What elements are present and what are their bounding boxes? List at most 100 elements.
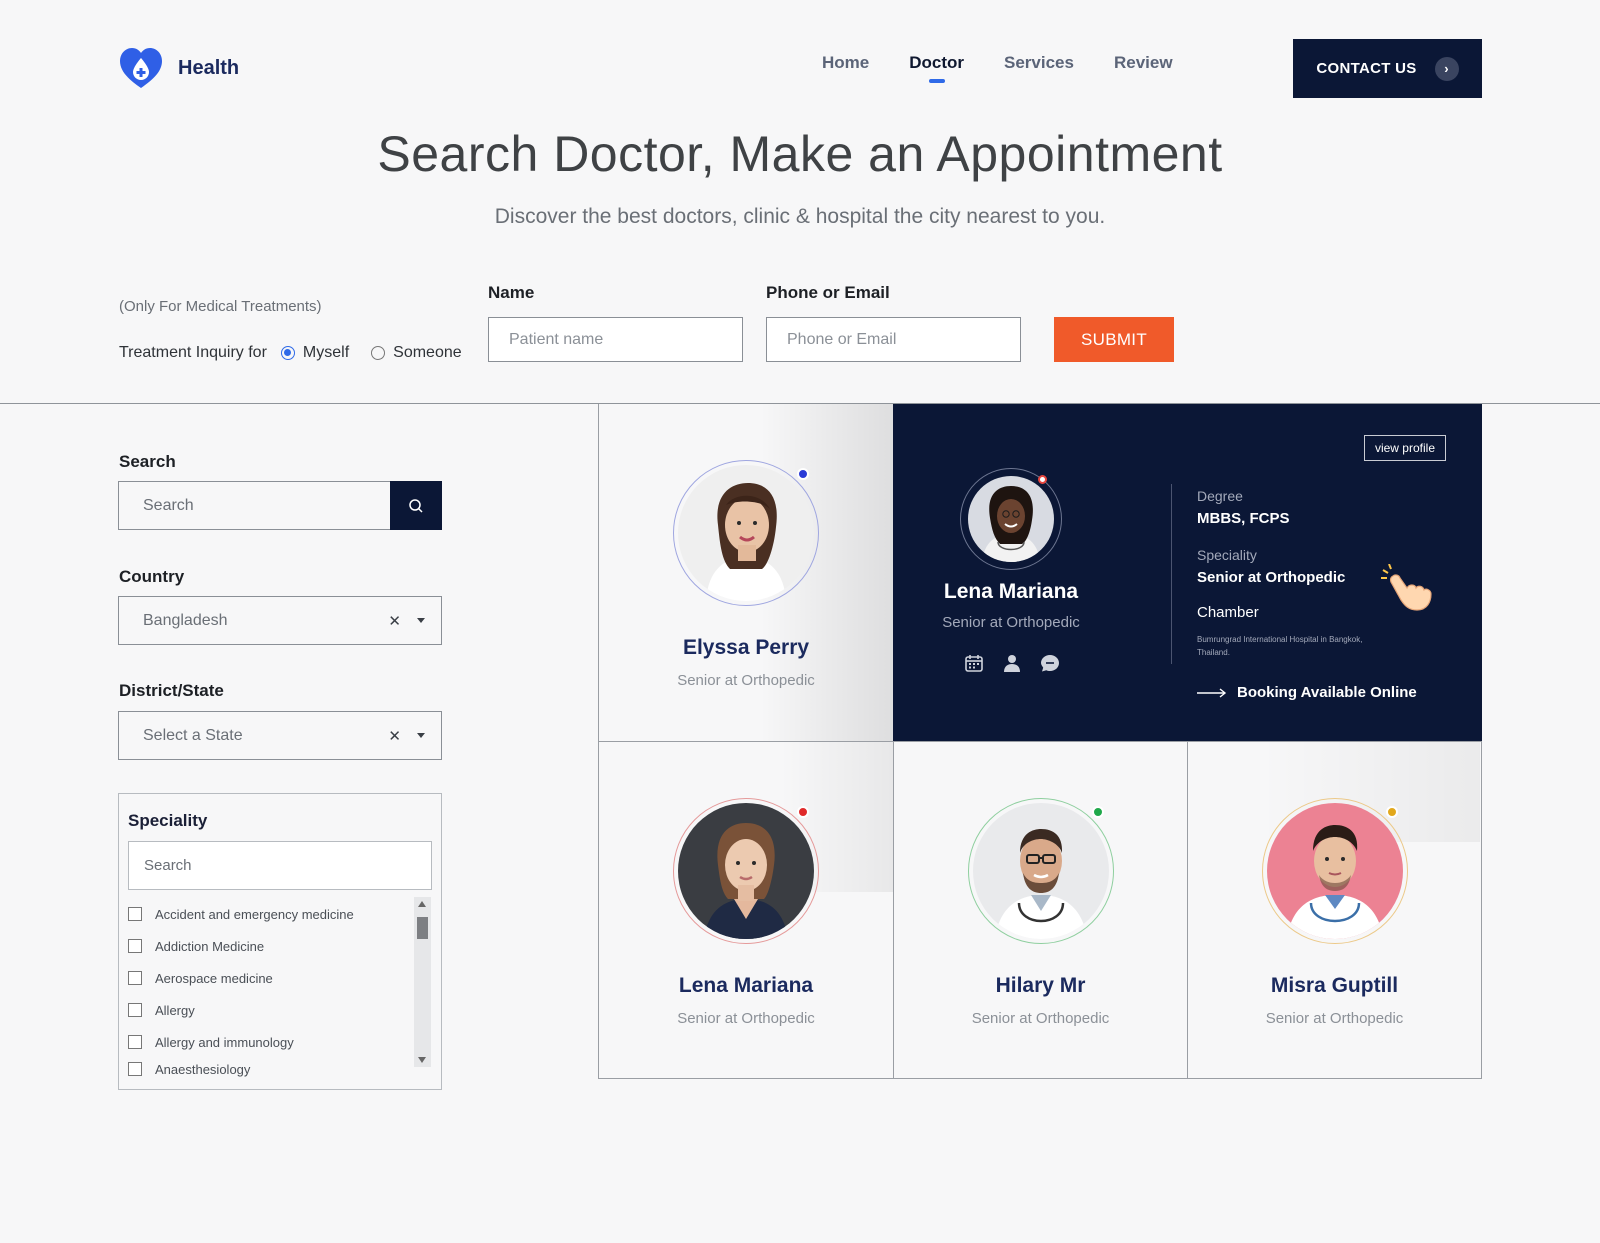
checkbox[interactable] (128, 1035, 142, 1049)
speciality-scrollbar[interactable] (414, 897, 431, 1067)
phone-email-input[interactable]: Phone or Email (766, 317, 1021, 362)
patient-name-input[interactable]: Patient name (488, 317, 743, 362)
pointer-hand-icon (1379, 563, 1439, 617)
speciality-item-label: Allergy and immunology (155, 1034, 294, 1050)
caret-down-icon[interactable] (417, 618, 425, 623)
inquiry-label: Treatment Inquiry for (119, 344, 267, 361)
speciality-item[interactable]: Allergy and immunology (128, 1026, 354, 1058)
calendar-icon[interactable] (963, 652, 985, 674)
caret-down-icon[interactable] (417, 733, 425, 738)
brand-logo[interactable]: Health (118, 46, 239, 90)
scroll-down-icon[interactable] (418, 1057, 426, 1063)
doctor-avatar (673, 460, 819, 606)
speciality-item[interactable]: Accident and emergency medicine (128, 898, 354, 930)
heart-drop-logo-icon (120, 48, 162, 88)
vertical-divider (1171, 484, 1172, 664)
speciality-filter: Speciality Search Accident and emergency… (118, 793, 442, 1090)
speciality-list: Accident and emergency medicine Addictio… (128, 898, 354, 1080)
nav-home[interactable]: Home (822, 53, 869, 73)
country-value: Bangladesh (143, 611, 228, 629)
featured-doctor-card[interactable]: view profile Lena Mariana Senior at Orth… (893, 404, 1482, 741)
main-nav: Home Doctor Services Review (822, 53, 1173, 73)
search-button[interactable] (390, 481, 442, 530)
speciality-item[interactable]: Aerospace medicine (128, 962, 354, 994)
online-status-dot (1038, 475, 1047, 484)
radio-myself-label[interactable]: Myself (303, 344, 349, 362)
brand-name: Health (178, 56, 240, 79)
degree-label: Degree (1197, 488, 1243, 504)
clear-icon[interactable]: ✕ (388, 727, 401, 745)
doctor-photo (678, 803, 814, 939)
booking-link[interactable]: Booking Available Online (1197, 684, 1417, 701)
state-label: District/State (119, 681, 224, 700)
doctor-name[interactable]: Elyssa Perry (599, 636, 893, 660)
scroll-up-icon[interactable] (418, 901, 426, 907)
name-label: Name (488, 283, 535, 302)
nav-services[interactable]: Services (1004, 53, 1074, 73)
grid-line (1481, 741, 1482, 1079)
doctor-role: Senior at Orthopedic (677, 672, 815, 689)
speciality-item[interactable]: Addiction Medicine (128, 930, 354, 962)
speciality-item[interactable]: Anaesthesiology (128, 1058, 354, 1080)
speciality-search-input[interactable]: Search (128, 841, 432, 890)
checkbox[interactable] (128, 1003, 142, 1017)
doctor-role: Senior at Orthopedic (971, 1010, 1110, 1027)
state-value: Select a State (143, 726, 243, 744)
doctor-search-input[interactable]: Search (118, 481, 391, 530)
featured-actions (963, 652, 1061, 674)
checkbox[interactable] (128, 971, 142, 985)
radio-someone[interactable] (371, 346, 386, 360)
chamber-label: Chamber (1197, 604, 1259, 621)
country-label: Country (119, 567, 185, 586)
doctor-card[interactable]: Elyssa Perry Senior at Orthopedic (599, 404, 893, 741)
search-label: Search (119, 452, 176, 471)
doctor-name[interactable]: Hilary Mr (894, 974, 1187, 998)
submit-button[interactable]: SUBMIT (1054, 317, 1174, 362)
page-title: Search Doctor, Make an Appointment (377, 126, 1223, 182)
speciality-item-label: Aerospace medicine (155, 970, 273, 986)
doctor-role: Senior at Orthopedic (677, 1010, 815, 1027)
speciality-item-label: Accident and emergency medicine (155, 906, 354, 922)
doctor-card[interactable]: Lena Mariana Senior at Orthopedic (599, 742, 893, 1078)
user-icon[interactable] (1001, 652, 1023, 674)
doctor-name[interactable]: Misra Guptill (1188, 974, 1481, 998)
checkbox[interactable] (128, 1062, 142, 1076)
inquiry-note: (Only For Medical Treatments) (119, 298, 322, 315)
online-status-dot (797, 806, 809, 818)
inquiry-radio-group: Treatment Inquiry for Myself Someone (119, 344, 462, 362)
clear-icon[interactable]: ✕ (388, 612, 401, 630)
speciality-label: Speciality (128, 811, 208, 830)
nav-doctor[interactable]: Doctor (909, 53, 964, 73)
chevron-right-icon: › (1434, 56, 1459, 81)
degree-value: MBBS, FCPS (1197, 510, 1290, 527)
radio-myself[interactable] (280, 346, 295, 360)
doctor-avatar (1261, 798, 1408, 944)
doctor-name[interactable]: Lena Mariana (599, 974, 893, 998)
nav-review[interactable]: Review (1114, 53, 1173, 73)
doctor-photo (678, 465, 814, 601)
country-select[interactable]: Bangladesh ✕ (118, 596, 442, 645)
view-profile-button[interactable]: view profile (1363, 435, 1446, 461)
arrow-right-icon (1197, 687, 1227, 698)
phone-email-label: Phone or Email (766, 283, 890, 302)
state-select[interactable]: Select a State ✕ (118, 711, 442, 760)
doctor-role: Senior at Orthopedic (1265, 1010, 1404, 1027)
contact-us-button[interactable]: CONTACT US › (1293, 39, 1482, 98)
featured-doctor-avatar (960, 468, 1062, 570)
speciality-label: Speciality (1197, 547, 1257, 563)
checkbox[interactable] (128, 939, 142, 953)
scroll-thumb[interactable] (417, 917, 428, 939)
doctor-photo (968, 476, 1054, 562)
speciality-item[interactable]: Allergy (128, 994, 354, 1026)
doctor-card[interactable]: Misra Guptill Senior at Orthopedic (1188, 742, 1481, 1078)
doctor-avatar (673, 798, 819, 944)
search-icon (409, 498, 423, 513)
contact-us-label: CONTACT US (1316, 60, 1417, 77)
radio-someone-label[interactable]: Someone (393, 344, 462, 362)
chat-icon[interactable] (1039, 652, 1061, 674)
checkbox[interactable] (128, 907, 142, 921)
doctor-card[interactable]: Hilary Mr Senior at Orthopedic (894, 742, 1187, 1078)
chamber-address: Bumrungrad International Hospital in Ban… (1197, 635, 1363, 657)
doctor-photo (1266, 803, 1403, 939)
doctor-avatar (967, 798, 1114, 944)
